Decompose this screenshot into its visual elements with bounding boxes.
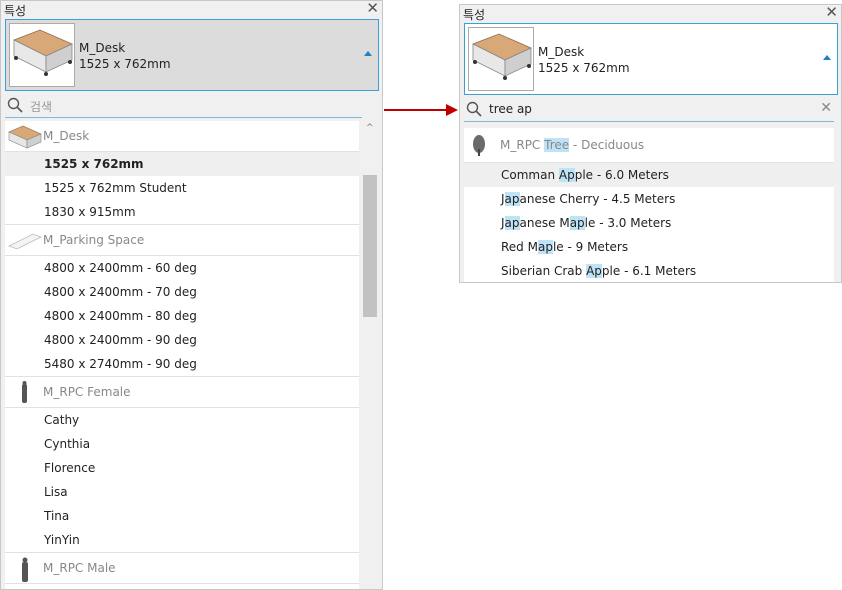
search-placeholder: 검색	[30, 100, 53, 114]
list-item[interactable]: 5480 x 2740mm - 90 deg	[5, 352, 359, 376]
parking-space-icon	[7, 228, 43, 254]
type-size: 1525 x 762mm	[538, 61, 630, 75]
chevron-up-icon[interactable]	[823, 55, 831, 60]
desk-thumbnail	[468, 27, 534, 91]
list-item[interactable]: YinYin	[5, 528, 359, 552]
scrollbar[interactable]: ^	[362, 101, 378, 589]
panel-titlebar: 특성 ✕	[1, 1, 382, 18]
search-icon	[466, 101, 482, 121]
type-list: M_Desk 1525 x 762mm 1525 x 762mm Student…	[5, 121, 359, 589]
list-item[interactable]: Siberian Crab Apple - 6.1 Meters	[464, 259, 834, 282]
scrollbar-thumb[interactable]	[363, 175, 377, 317]
group-label: M_RPC Tree - Deciduous	[500, 138, 645, 152]
list-item[interactable]: 1525 x 762mm	[5, 152, 359, 176]
group-header[interactable]: M_RPC Male	[5, 552, 359, 584]
close-icon[interactable]: ✕	[366, 1, 379, 17]
search-input[interactable]: tree ap	[489, 102, 532, 116]
chevron-up-icon[interactable]	[364, 51, 372, 56]
clear-icon[interactable]: ✕	[820, 100, 832, 116]
search-field[interactable]: 검색	[5, 95, 375, 118]
group-label: M_Parking Space	[43, 233, 145, 247]
list-item[interactable]: 4800 x 2400mm - 60 deg	[5, 256, 359, 280]
group-header[interactable]: M_RPC Female	[5, 376, 359, 408]
list-item[interactable]: Florence	[5, 456, 359, 480]
desk-thumbnail	[9, 23, 75, 87]
search-field[interactable]: tree ap ✕	[464, 99, 834, 122]
scroll-up-icon[interactable]: ^	[366, 123, 374, 133]
list-item[interactable]: Cynthia	[5, 432, 359, 456]
arrow-head-icon	[446, 104, 458, 116]
list-item[interactable]: Red Maple - 9 Meters	[464, 235, 834, 259]
search-icon	[7, 97, 23, 117]
type-name: M_Desk	[538, 45, 585, 59]
list-item[interactable]: Cathy	[5, 408, 359, 432]
panel-title: 특성	[4, 4, 27, 18]
group-label: M_RPC Female	[43, 385, 131, 399]
list-item[interactable]: 4800 x 2400mm - 80 deg	[5, 304, 359, 328]
tree-icon	[466, 131, 502, 157]
list-item[interactable]: Tina	[5, 504, 359, 528]
list-item[interactable]: 1525 x 762mm Student	[5, 176, 359, 200]
list-item[interactable]: Lisa	[5, 480, 359, 504]
list-item[interactable]: 1830 x 915mm	[5, 200, 359, 224]
type-size: 1525 x 762mm	[79, 57, 171, 71]
arrow-line	[384, 109, 448, 111]
list-item[interactable]: 4800 x 2400mm - 70 deg	[5, 280, 359, 304]
type-selector[interactable]: M_Desk 1525 x 762mm	[464, 23, 838, 95]
filtered-list: M_RPC Tree - Deciduous Comman Apple - 6.…	[464, 128, 834, 282]
list-item[interactable]: Comman Apple - 6.0 Meters	[464, 163, 834, 187]
group-label: M_Desk	[43, 129, 90, 143]
person-male-icon	[7, 556, 43, 582]
list-item[interactable]: Japanese Cherry - 4.5 Meters	[464, 187, 834, 211]
panel-title: 특성	[463, 8, 486, 22]
group-header[interactable]: M_Parking Space	[5, 224, 359, 256]
close-icon[interactable]: ✕	[825, 5, 838, 21]
type-name: M_Desk	[79, 41, 126, 55]
panel-titlebar: 특성 ✕	[460, 5, 841, 22]
type-selector[interactable]: M_Desk 1525 x 762mm	[5, 19, 379, 91]
group-label: M_RPC Male	[43, 561, 116, 575]
properties-panel-left: 특성 ✕ M_Desk 1525 x 762mm 검색 M_Desk 1525	[0, 0, 383, 590]
desk-icon	[7, 124, 43, 150]
properties-panel-right: 특성 ✕ M_Desk 1525 x 762mm tree ap ✕ M_RPC…	[459, 4, 842, 283]
person-female-icon	[7, 380, 43, 406]
list-item[interactable]: Japanese Maple - 3.0 Meters	[464, 211, 834, 235]
group-header[interactable]: M_Desk	[5, 121, 359, 152]
list-item[interactable]: 4800 x 2400mm - 90 deg	[5, 328, 359, 352]
group-header[interactable]: M_RPC Tree - Deciduous	[464, 128, 834, 163]
